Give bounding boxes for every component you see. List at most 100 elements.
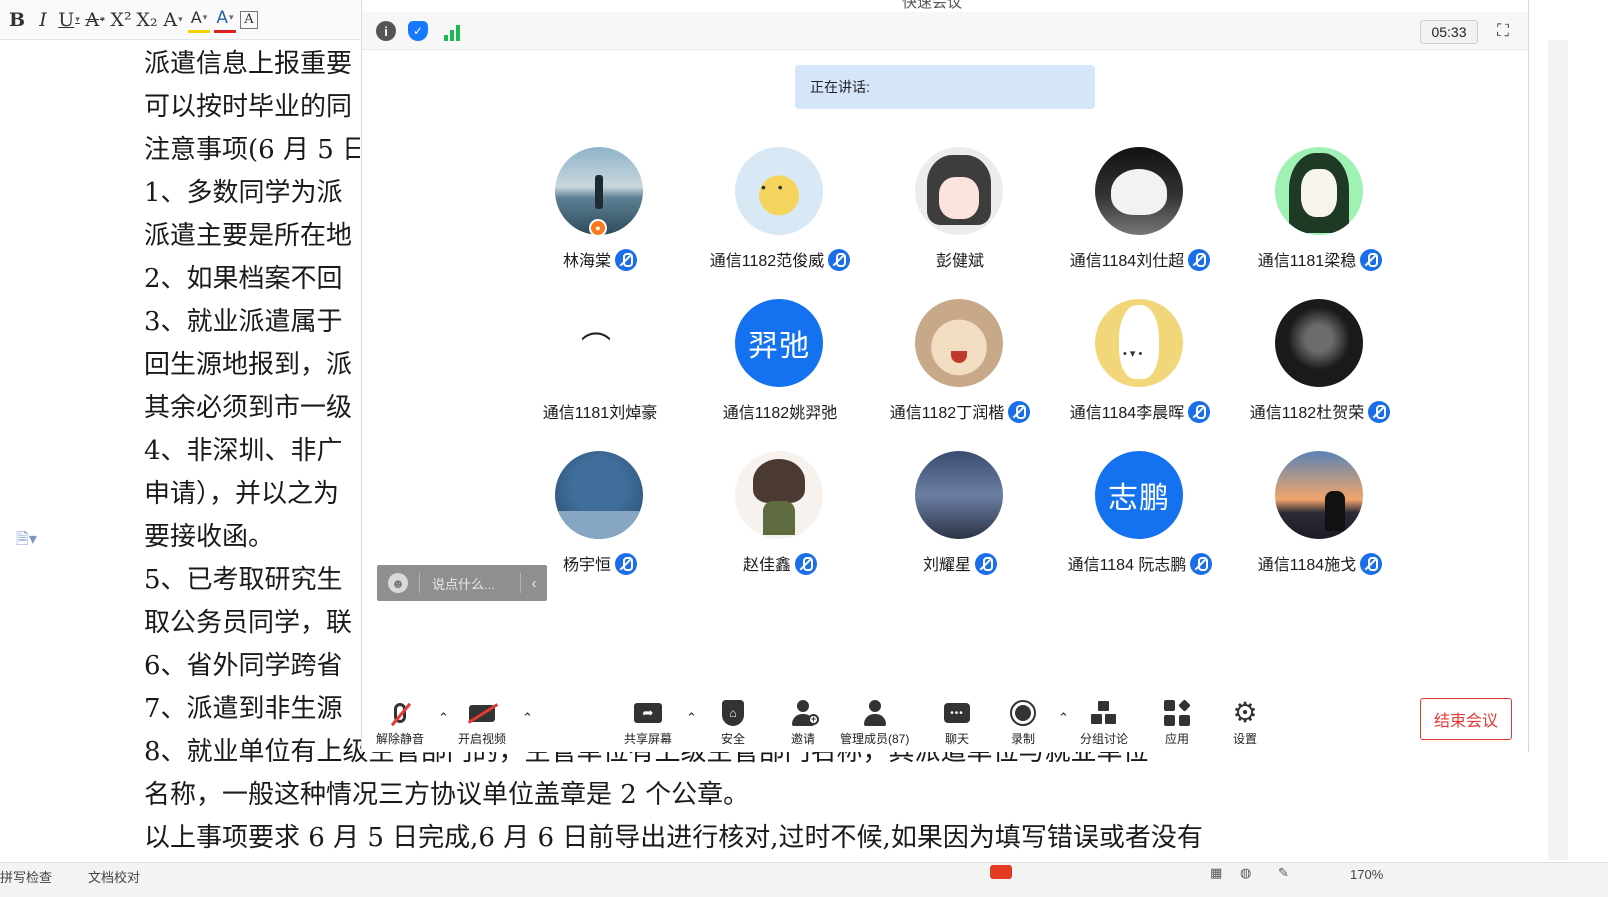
document-line: 3、就业派遣属于	[144, 307, 343, 337]
italic-button[interactable]: I	[32, 7, 54, 33]
start-video-button[interactable]: 开启视频	[458, 698, 506, 750]
participant-tile[interactable]: 刘耀星	[870, 444, 1050, 596]
participant-tile[interactable]: 通信1182丁润楷	[870, 292, 1050, 444]
avatar	[1275, 299, 1363, 387]
participant-name-row: 通信1182姚羿弛	[690, 399, 870, 423]
participant-tile[interactable]: 通信1181梁稳	[1230, 140, 1410, 292]
superscript-button[interactable]: X²	[110, 7, 132, 33]
avatar	[735, 147, 823, 235]
record-button[interactable]: 录制	[1008, 698, 1038, 750]
participant-tile[interactable]: 通信1181刘焯豪	[510, 292, 690, 444]
apps-button[interactable]: 应用	[1162, 698, 1192, 750]
record-options-chevron-up-icon[interactable]: ⌃	[1058, 710, 1069, 726]
settings-button[interactable]: ⚙ 设置	[1230, 698, 1260, 750]
spell-check-status[interactable]: 拼写检查	[0, 867, 52, 886]
document-line: 可以按时毕业的同	[144, 92, 353, 122]
audio-options-chevron-up-icon[interactable]: ⌃	[438, 710, 449, 726]
security-button[interactable]: ⌂ 安全	[718, 698, 748, 750]
participant-tile[interactable]: 羿弛通信1182姚羿弛	[690, 292, 870, 444]
highlight-button[interactable]: A	[188, 7, 210, 33]
document-scrollbar[interactable]	[1548, 40, 1568, 860]
participant-name-row: 彭健斌	[870, 247, 1050, 271]
participant-tile[interactable]: 通信1184刘仕超	[1050, 140, 1230, 292]
participant-tile[interactable]: 彭健斌	[870, 140, 1050, 292]
share-options-chevron-up-icon[interactable]: ⌃	[686, 710, 697, 726]
avatar	[1275, 451, 1363, 539]
breakout-button[interactable]: 分组讨论	[1080, 698, 1128, 750]
participant-name: 彭健斌	[935, 253, 984, 270]
participant-tile[interactable]: 通信1184李晨晖	[1050, 292, 1230, 444]
bold-button[interactable]: B	[6, 7, 28, 33]
strikethrough-button[interactable]: A	[84, 7, 106, 33]
participant-tile[interactable]: ● 林海棠	[510, 140, 690, 292]
muted-mic-icon	[828, 249, 851, 271]
participant-name: 通信1184施戈	[1257, 557, 1357, 574]
mic-off-icon	[394, 703, 406, 723]
camera-off-icon	[469, 704, 495, 722]
participant-name: 通信1182姚羿弛	[722, 405, 838, 422]
participant-name-row: 通信1182范俊威	[690, 247, 870, 271]
meeting-window: 快速会议 i ✓ 05:33 ⛶ 正在讲话: ●林海棠通信1182范俊威彭健斌通…	[361, 0, 1529, 752]
chat-divider	[419, 573, 420, 593]
subscript-button[interactable]: X₂	[136, 7, 158, 33]
shield-icon[interactable]: ✓	[408, 21, 428, 41]
muted-mic-icon	[795, 553, 817, 575]
zoom-level[interactable]: 170%	[1350, 867, 1383, 882]
text-effects-button[interactable]: A	[162, 7, 184, 33]
record-label: 录制	[1010, 732, 1035, 746]
end-meeting-button[interactable]: 结束会议	[1420, 698, 1512, 740]
document-line: 其余必须到市一级	[144, 393, 353, 423]
muted-mic-icon	[1190, 553, 1213, 575]
participant-name: 赵佳鑫	[742, 557, 791, 574]
wps-logo-icon	[990, 865, 1012, 879]
meeting-timer: 05:33	[1420, 20, 1478, 44]
document-line: 5、已考取研究生	[144, 565, 343, 595]
manage-members-label: 管理成员(87)	[840, 732, 910, 746]
chat-input-placeholder[interactable]: 说点什么...	[432, 574, 520, 593]
participant-tile[interactable]: 志鹏 通信1184 阮志鹏	[1050, 444, 1230, 596]
avatar	[735, 451, 823, 539]
participant-tile[interactable]: 通信1184施戈	[1230, 444, 1410, 596]
participant-tile[interactable]: 通信1182范俊威	[690, 140, 870, 292]
underline-button[interactable]: U	[58, 7, 80, 33]
participant-name: 通信1184刘仕超	[1069, 253, 1185, 270]
unmute-button[interactable]: 解除静音	[376, 698, 424, 750]
document-line: 6、省外同学跨省	[144, 651, 343, 681]
info-icon[interactable]: i	[376, 21, 396, 41]
font-color-button[interactable]: A	[214, 7, 236, 33]
web-view-icon[interactable]: ◍	[1240, 865, 1251, 881]
record-icon	[1010, 700, 1036, 726]
share-screen-label: 共享屏幕	[624, 732, 673, 746]
emoji-icon[interactable]: ☻	[388, 573, 408, 593]
signal-strength-icon[interactable]	[442, 23, 462, 41]
muted-mic-icon	[615, 553, 637, 575]
share-screen-button[interactable]: ➦ 共享屏幕	[624, 698, 672, 750]
apps-label: 应用	[1164, 732, 1189, 746]
invite-button[interactable]: + 邀请	[788, 698, 819, 750]
manage-members-button[interactable]: 管理成员(87)	[840, 698, 909, 750]
avatar: 羿弛	[735, 299, 823, 387]
chat-button[interactable]: ••• 聊天	[942, 698, 972, 750]
document-line: 取公务员同学，联	[144, 608, 353, 638]
pen-icon[interactable]: ✎	[1278, 865, 1289, 881]
participant-tile[interactable]: 赵佳鑫	[690, 444, 870, 596]
video-options-chevron-up-icon[interactable]: ⌃	[522, 710, 533, 726]
proofread-status[interactable]: 文档校对	[88, 867, 140, 886]
document-outline-icon[interactable]: 🗎▾	[16, 528, 37, 555]
participant-name-row: 赵佳鑫	[690, 551, 870, 575]
avatar	[1095, 299, 1183, 387]
avatar	[915, 147, 1003, 235]
participant-name: 通信1181刘焯豪	[542, 405, 658, 422]
muted-mic-icon	[1368, 401, 1391, 423]
char-border-button[interactable]: A	[240, 10, 258, 29]
chevron-left-icon[interactable]: ‹	[521, 575, 547, 592]
document-line: 注意事项(6 月 5 日	[144, 135, 360, 165]
fullscreen-icon[interactable]: ⛶	[1492, 20, 1514, 42]
participant-name-row: 通信1181刘焯豪	[510, 399, 690, 423]
document-line: 申请），并以之为	[144, 479, 340, 509]
muted-mic-icon	[615, 249, 637, 271]
participant-name: 刘耀星	[922, 557, 971, 574]
chat-quick-input[interactable]: ☻ 说点什么... ‹	[377, 565, 547, 601]
layout-grid-icon[interactable]: ▦	[1210, 865, 1222, 881]
participant-tile[interactable]: 通信1182杜贺荣	[1230, 292, 1410, 444]
